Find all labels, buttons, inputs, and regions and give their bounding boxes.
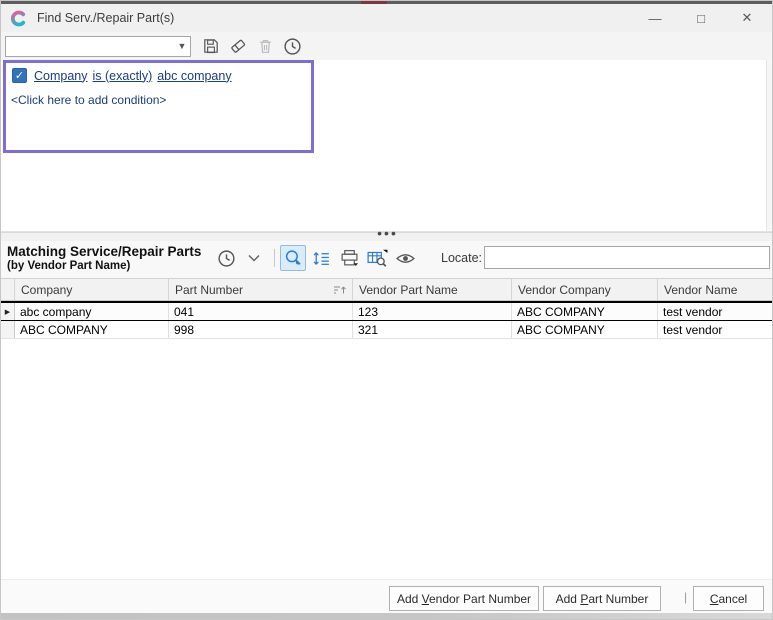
window-title: Find Serv./Repair Part(s) <box>37 11 174 25</box>
column-header[interactable]: Vendor Name <box>658 279 773 300</box>
background-desktop-edge <box>1 613 773 620</box>
selected-row-marker-icon[interactable]: ▶ <box>1 303 15 320</box>
condition-row: ✓ Company is (exactly) abc company <box>12 68 237 83</box>
splitter-grip-icon: ••• <box>377 231 398 236</box>
table-cell[interactable]: test vendor <box>658 321 773 338</box>
results-table: CompanyPart NumberVendor Part NameVendor… <box>1 278 773 579</box>
table-cell[interactable]: ABC COMPANY <box>512 303 658 320</box>
toolbar-separator <box>274 249 275 267</box>
row-sizing-icon[interactable] <box>308 245 334 271</box>
splitter-handle[interactable]: ••• <box>1 232 773 241</box>
condition-field-link[interactable]: Company <box>34 69 88 83</box>
table-cell[interactable]: 321 <box>353 321 512 338</box>
table-cell[interactable]: test vendor <box>658 303 773 320</box>
search-preview-icon[interactable] <box>280 245 306 271</box>
maximize-icon[interactable]: □ <box>678 11 724 26</box>
vertical-scrollbar[interactable] <box>766 60 773 231</box>
add-part-number-button[interactable]: Add Part Number <box>543 586 661 611</box>
results-toolbar <box>213 245 420 271</box>
delete-icon[interactable] <box>253 34 277 58</box>
find-panel-icon[interactable] <box>364 245 390 271</box>
column-header[interactable]: Vendor Company <box>512 279 658 300</box>
window-controls: — □ ✕ <box>632 4 773 32</box>
locate-input[interactable] <box>484 246 770 269</box>
table-row[interactable]: ▶abc company041123ABC COMPANYtest vendor <box>1 301 773 321</box>
condition-checkbox[interactable]: ✓ <box>12 68 27 83</box>
find-parts-dialog: Find Serv./Repair Part(s) — □ ✕ ▼ <box>0 0 773 620</box>
table-body: ▶abc company041123ABC COMPANYtest vendor… <box>1 301 773 339</box>
table-cell[interactable]: 998 <box>169 321 353 338</box>
table-cell[interactable]: ABC COMPANY <box>512 321 658 338</box>
table-header-row: CompanyPart NumberVendor Part NameVendor… <box>1 278 773 301</box>
condition-panel: ✓ Company is (exactly) abc company <Clic… <box>1 60 773 232</box>
filter-toolbar: ▼ <box>1 32 773 60</box>
title-bar: Find Serv./Repair Part(s) — □ ✕ <box>1 4 773 32</box>
column-header[interactable]: Part Number <box>169 279 353 300</box>
table-cell[interactable]: 041 <box>169 303 353 320</box>
print-icon[interactable] <box>336 245 362 271</box>
minimize-icon[interactable]: — <box>632 11 678 26</box>
saved-filter-input[interactable] <box>6 38 174 55</box>
results-header: Matching Service/Repair Parts (by Vendor… <box>1 241 773 278</box>
table-cell[interactable]: 123 <box>353 303 512 320</box>
chevron-down-icon[interactable]: ▼ <box>174 41 190 51</box>
column-header[interactable]: Vendor Part Name <box>353 279 512 300</box>
close-icon[interactable]: ✕ <box>724 10 770 26</box>
add-condition-link[interactable]: <Click here to add condition> <box>11 93 166 107</box>
results-title: Matching Service/Repair Parts <box>7 244 201 259</box>
table-cell[interactable]: abc company <box>15 303 169 320</box>
table-row[interactable]: ABC COMPANY998321ABC COMPANYtest vendor <box>1 321 773 339</box>
chevron-down-icon[interactable] <box>241 245 267 271</box>
footer-bar: Add Vendor Part Number Add Part Number |… <box>1 579 773 613</box>
add-vendor-part-number-button[interactable]: Add Vendor Part Number <box>389 586 539 611</box>
visibility-icon[interactable] <box>392 245 418 271</box>
row-selector-cell[interactable] <box>1 321 15 338</box>
save-icon[interactable] <box>199 34 223 58</box>
results-subtitle: (by Vendor Part Name) <box>7 260 130 272</box>
cancel-button[interactable]: Cancel <box>693 586 764 611</box>
condition-value-link[interactable]: abc company <box>157 69 231 83</box>
button-separator: | <box>684 590 687 604</box>
locate-label: Locate: <box>441 251 482 265</box>
condition-highlight-box: ✓ Company is (exactly) abc company <Clic… <box>3 60 314 153</box>
history-icon[interactable] <box>280 34 304 58</box>
eraser-icon[interactable] <box>226 34 250 58</box>
table-cell[interactable]: ABC COMPANY <box>15 321 169 338</box>
app-logo-icon <box>10 10 27 27</box>
row-selector-header <box>1 279 15 300</box>
history-icon[interactable] <box>213 245 239 271</box>
sort-ascending-icon <box>333 285 346 295</box>
saved-filter-combo[interactable]: ▼ <box>5 36 191 57</box>
condition-operator-link[interactable]: is (exactly) <box>93 69 153 83</box>
column-header[interactable]: Company <box>15 279 169 300</box>
